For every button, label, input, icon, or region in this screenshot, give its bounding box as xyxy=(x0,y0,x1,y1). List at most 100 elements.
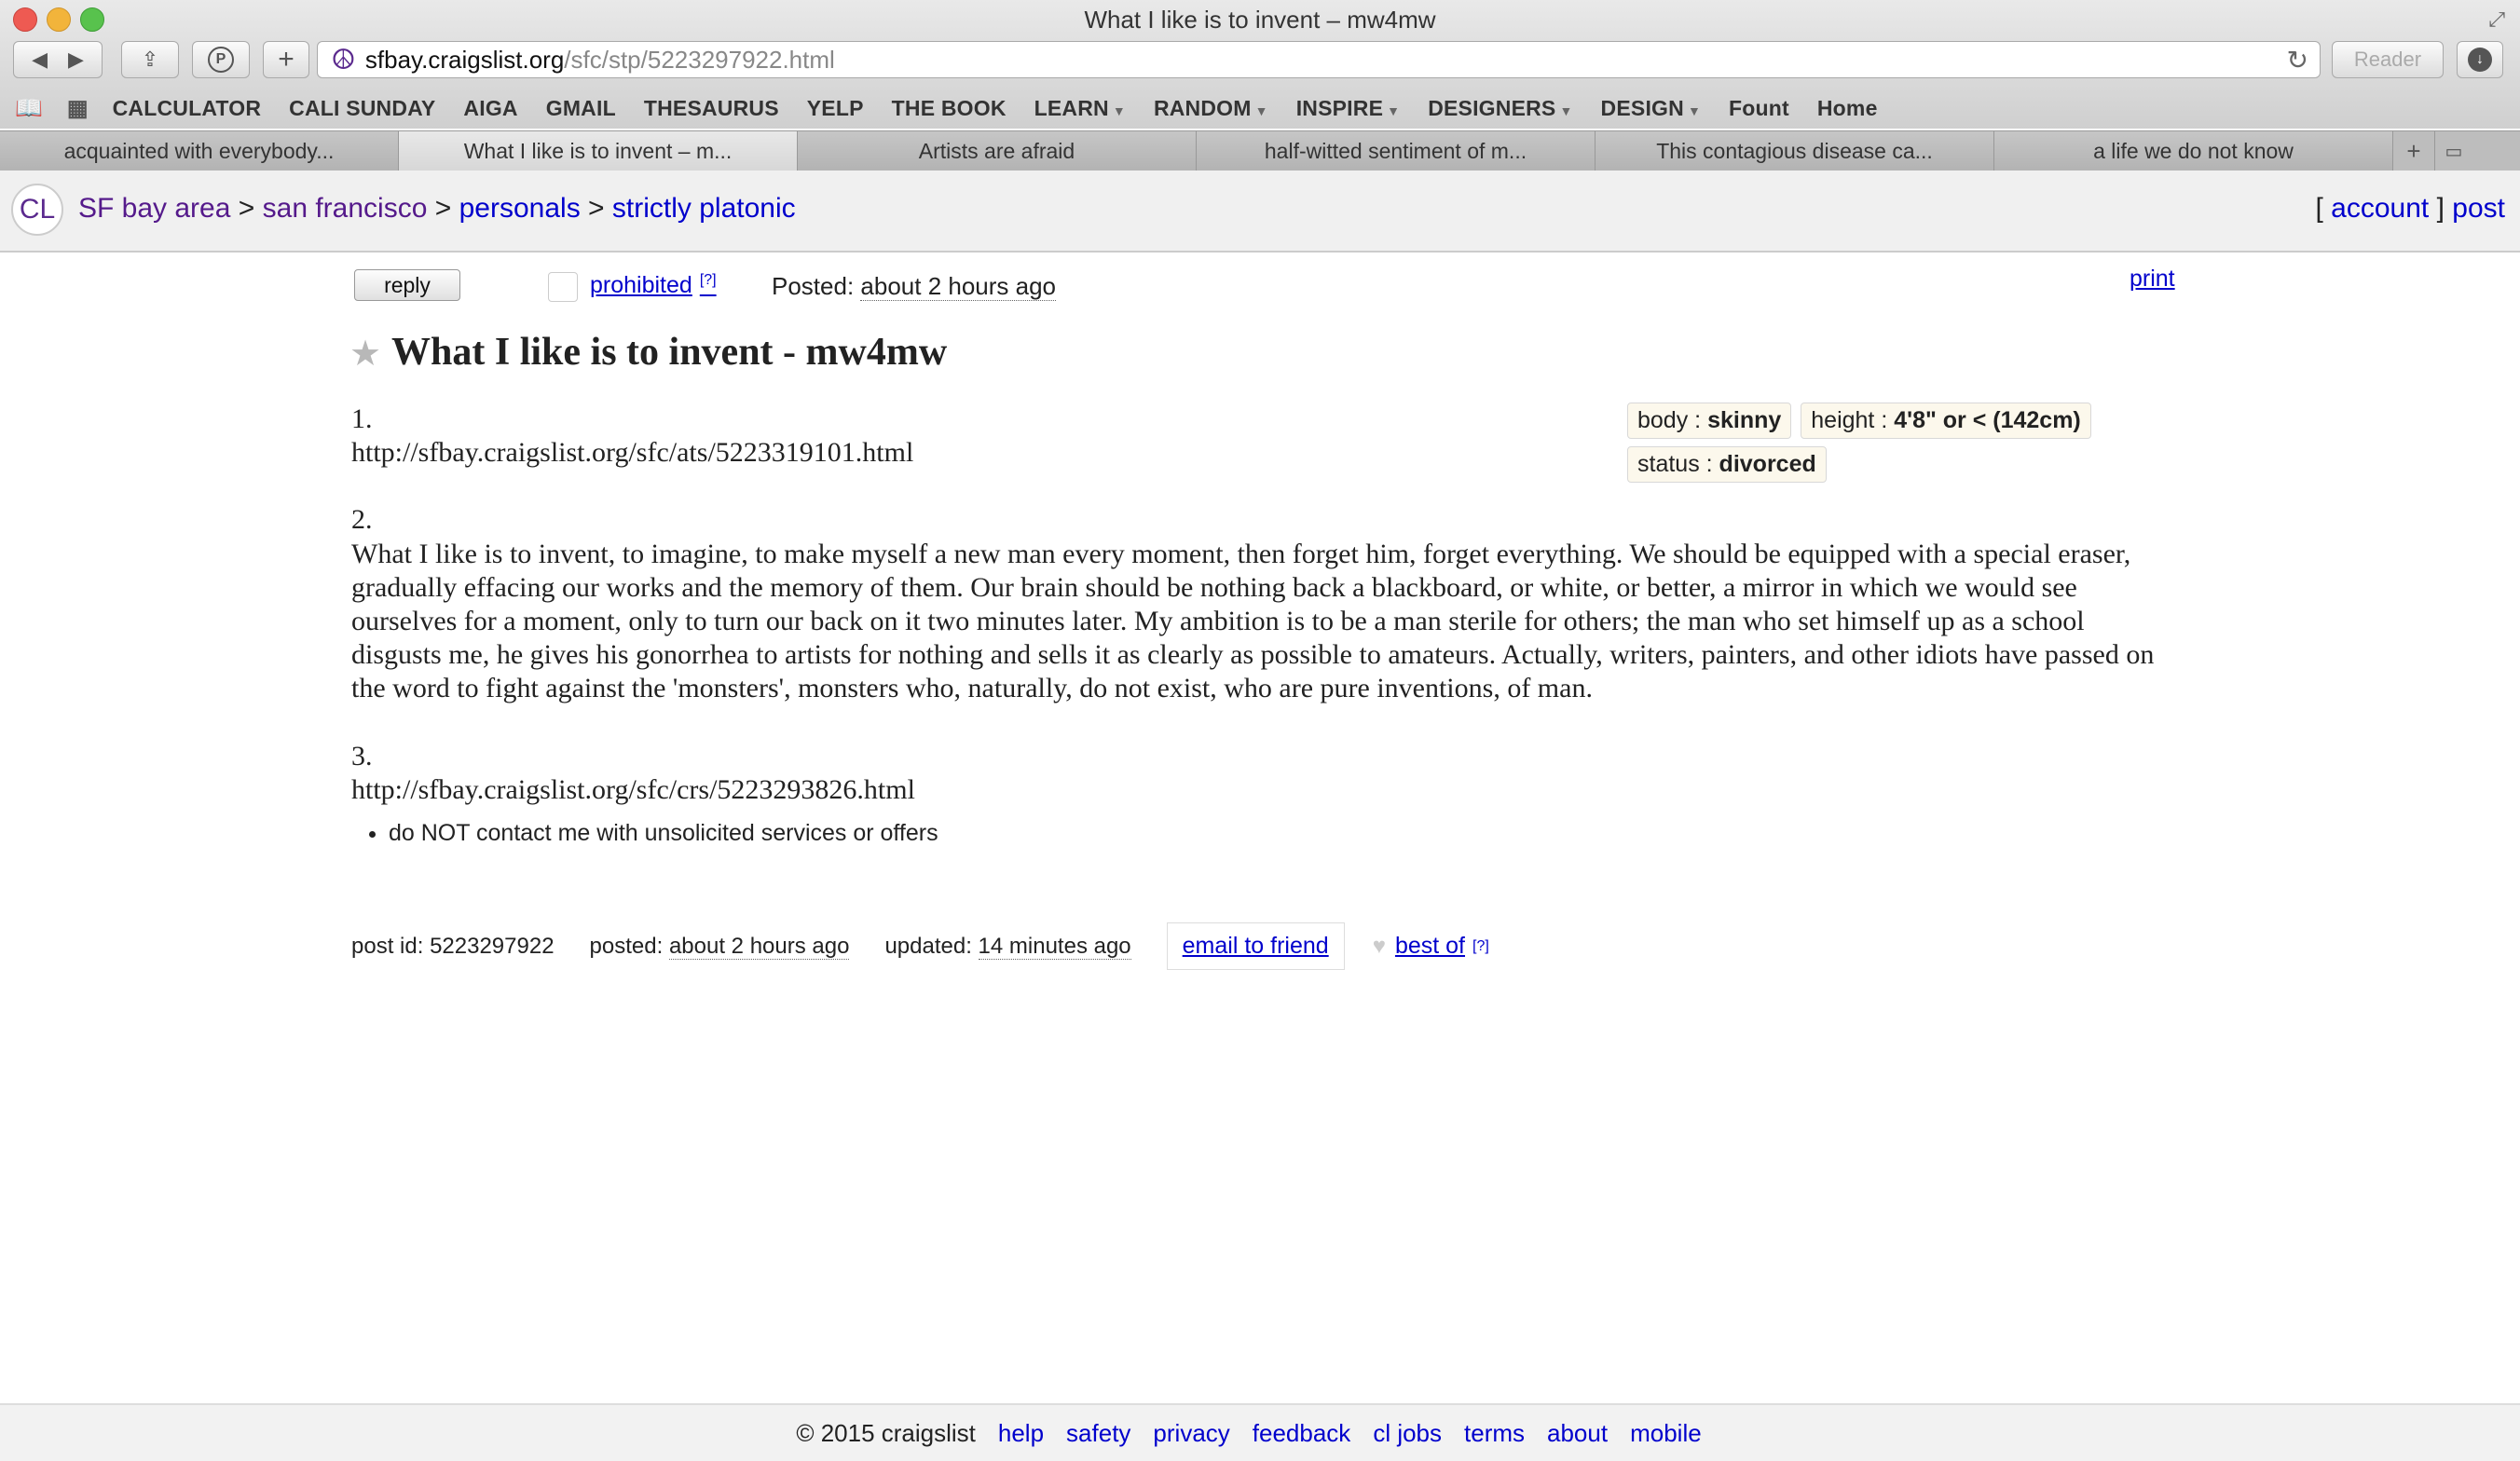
bookmark-label: GMAIL xyxy=(545,95,616,120)
grid-icon[interactable]: ▦ xyxy=(67,95,89,122)
peace-sign-icon: ☮ xyxy=(331,44,356,75)
tab-overview-icon[interactable]: ▭ xyxy=(2435,131,2472,171)
bookmark-label: INSPIRE xyxy=(1295,95,1384,120)
posting-title: What I like is to invent - mw4mw xyxy=(391,331,948,374)
address-bar[interactable]: ☮ sfbay.craigslist.org/sfc/stp/522329792… xyxy=(317,41,2321,78)
browser-tab[interactable]: a life we do not know xyxy=(1994,131,2393,171)
bookmark-design[interactable]: DESIGN ▼ xyxy=(1601,96,1701,121)
footer-link-cl-jobs[interactable]: cl jobs xyxy=(1373,1419,1442,1448)
bookmark-label: CALCULATOR xyxy=(112,95,262,120)
reader-button[interactable]: Reader xyxy=(2332,41,2444,78)
new-tab-icon[interactable]: + xyxy=(2393,131,2435,171)
footer-link-about[interactable]: about xyxy=(1547,1419,1608,1448)
notice-item: do NOT contact me with unsolicited servi… xyxy=(389,820,938,847)
browser-tab[interactable]: half-witted sentiment of m... xyxy=(1197,131,1596,171)
updated-label: updated: xyxy=(884,933,972,959)
pinterest-button[interactable]: P xyxy=(192,41,250,78)
add-bookmark-button[interactable]: + xyxy=(263,41,309,78)
post-id-label: post id: xyxy=(351,933,424,959)
posting-body: 1. http://sfbay.craigslist.org/sfc/ats/5… xyxy=(351,403,2169,807)
bracket-open: [ xyxy=(2315,193,2323,224)
crumb-subcategory[interactable]: strictly platonic xyxy=(612,193,796,224)
bookmark-calculator[interactable]: CALCULATOR xyxy=(113,96,262,121)
breadcrumb: SF bay area > san francisco > personals … xyxy=(78,193,796,225)
heart-icon[interactable]: ♥ xyxy=(1373,934,1386,960)
footer-link-help[interactable]: help xyxy=(998,1419,1044,1448)
footer-link-safety[interactable]: safety xyxy=(1066,1419,1130,1448)
bookmark-label: RANDOM xyxy=(1153,95,1252,120)
item-number: 2. xyxy=(351,504,373,536)
bookmark-label: Home xyxy=(1816,95,1878,120)
crumb-category[interactable]: personals xyxy=(459,193,581,224)
bookmark-label: DESIGN xyxy=(1600,95,1684,120)
posted-info: posted: about 2 hours ago xyxy=(590,933,850,960)
post-link[interactable]: post xyxy=(2452,193,2505,224)
posted-date: Posted: about 2 hours ago xyxy=(772,272,1057,301)
footer: © 2015 craigslist help safety privacy feedb… xyxy=(0,1403,2520,1461)
bookmark-inspire[interactable]: INSPIRE ▼ xyxy=(1296,96,1401,121)
bookmark-label: LEARN xyxy=(1034,95,1109,120)
window-title: What I like is to invent – mw4mw xyxy=(1084,6,1436,34)
item-number: 3. xyxy=(351,740,373,771)
copyright: © 2015 craigslist xyxy=(796,1418,976,1447)
forward-arrow-icon[interactable]: ▶ xyxy=(68,48,84,72)
bookmark-random[interactable]: RANDOM ▼ xyxy=(1154,96,1268,121)
footer-link-mobile[interactable]: mobile xyxy=(1630,1419,1702,1448)
url-host: sfbay.craigslist.org xyxy=(364,45,565,74)
bookmark-fount[interactable]: Fount xyxy=(1729,96,1789,121)
share-icon: ⇪ xyxy=(141,48,159,71)
bookmark-yelp[interactable]: YELP xyxy=(807,96,864,121)
downloads-button[interactable]: ↓ xyxy=(2457,41,2503,78)
bookmark-cali-sunday[interactable]: CALI SUNDAY xyxy=(289,96,435,121)
updated-time: 14 minutes ago xyxy=(978,933,1131,960)
crumb-area[interactable]: SF bay area xyxy=(78,193,230,224)
updated-info: updated: 14 minutes ago xyxy=(884,933,1131,960)
best-of-link[interactable]: best of xyxy=(1395,933,1465,960)
tab-bar: acquainted with everybody... What I like … xyxy=(0,130,2520,171)
prohibited-link: prohibited [?] xyxy=(590,272,717,299)
open-book-icon[interactable]: 📖 xyxy=(15,95,43,122)
reply-button[interactable]: reply xyxy=(354,269,460,301)
prohibited-label[interactable]: prohibited xyxy=(590,272,692,298)
star-icon[interactable]: ★ xyxy=(349,333,381,375)
email-to-friend-button[interactable]: email to friend xyxy=(1166,922,1345,970)
browser-tab[interactable]: acquainted with everybody... xyxy=(0,131,399,171)
cl-logo[interactable]: CL xyxy=(11,184,63,236)
back-forward-group: ◀ ▶ xyxy=(13,41,103,78)
crumb-separator: > xyxy=(588,193,605,224)
footer-link-terms[interactable]: terms xyxy=(1464,1419,1525,1448)
fullscreen-icon[interactable]: ⤢ xyxy=(2488,7,2505,32)
footer-link-feedback[interactable]: feedback xyxy=(1253,1419,1351,1448)
reload-icon[interactable]: ↻ xyxy=(2287,45,2308,75)
browser-tab[interactable]: Artists are afraid xyxy=(798,131,1197,171)
chevron-down-icon: ▼ xyxy=(1254,102,1268,118)
help-link[interactable]: [?] xyxy=(1472,938,1489,955)
crumb-separator: > xyxy=(434,193,452,224)
browser-tab[interactable]: What I like is to invent – m... xyxy=(399,131,798,171)
account-link[interactable]: account xyxy=(2331,193,2429,224)
bookmark-label: DESIGNERS xyxy=(1428,95,1556,120)
bracket-close: ] xyxy=(2436,193,2445,224)
chevron-down-icon: ▼ xyxy=(1387,102,1401,118)
bookmark-label: THESAURUS xyxy=(643,95,779,120)
bookmark-home[interactable]: Home xyxy=(1817,96,1878,121)
item-number: 1. xyxy=(351,403,373,434)
crumb-subarea[interactable]: san francisco xyxy=(263,193,428,224)
print-link[interactable]: print xyxy=(2130,266,2175,293)
help-link[interactable]: [?] xyxy=(700,272,717,288)
bookmark-label: Fount xyxy=(1729,95,1789,120)
flag-checkbox[interactable] xyxy=(548,272,578,302)
back-arrow-icon[interactable]: ◀ xyxy=(32,48,48,72)
footer-link-privacy[interactable]: privacy xyxy=(1153,1419,1229,1448)
bookmark-designers[interactable]: DESIGNERS ▼ xyxy=(1428,96,1572,121)
bookmarks-bar: 📖 ▦ CALCULATOR CALI SUNDAY AIGA GMAIL THESAU… xyxy=(0,88,2520,129)
bookmark-thesaurus[interactable]: THESAURUS xyxy=(644,96,779,121)
bookmark-aiga[interactable]: AIGA xyxy=(463,96,517,121)
url-path: /sfc/stp/5223297922.html xyxy=(564,45,835,74)
bookmark-learn[interactable]: LEARN ▼ xyxy=(1034,96,1126,121)
posted-info-time: about 2 hours ago xyxy=(668,933,850,960)
share-button[interactable]: ⇪ xyxy=(121,41,179,78)
browser-tab[interactable]: This contagious disease ca... xyxy=(1596,131,1994,171)
bookmark-gmail[interactable]: GMAIL xyxy=(546,96,616,121)
bookmark-the-book[interactable]: THE BOOK xyxy=(892,96,1007,121)
